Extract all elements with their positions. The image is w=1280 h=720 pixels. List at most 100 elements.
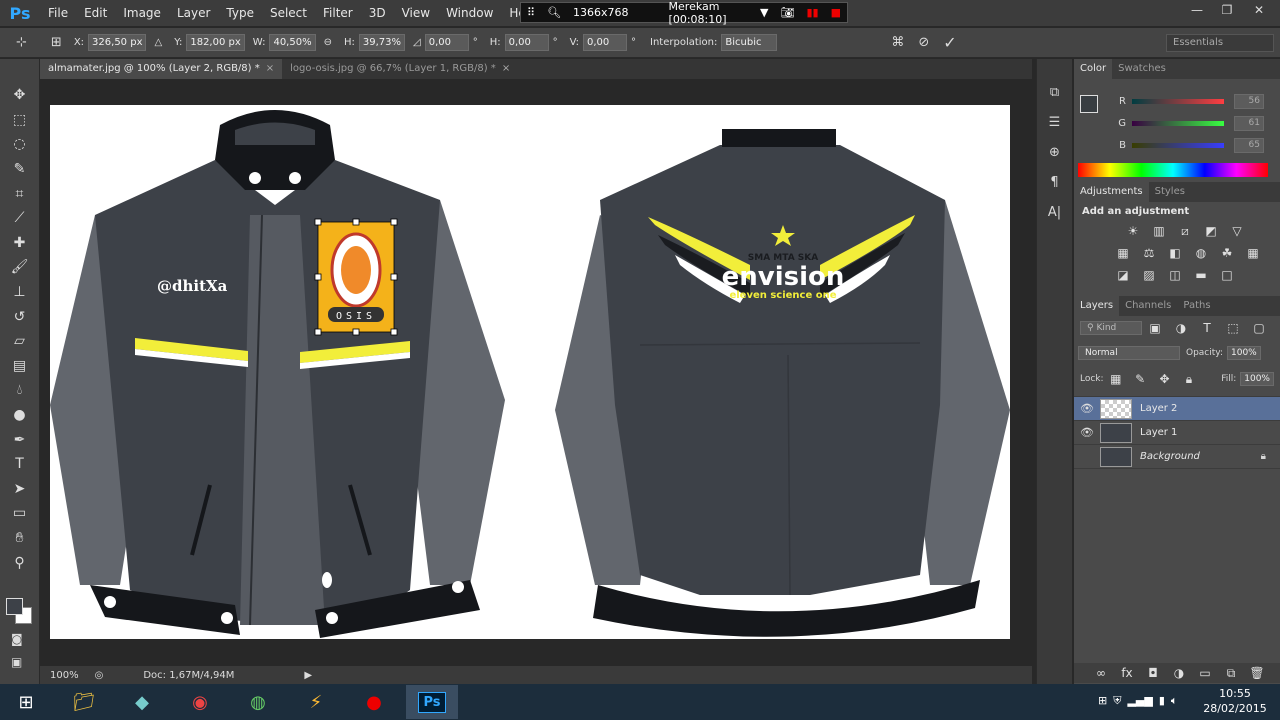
fg-color-chip[interactable] bbox=[1080, 95, 1098, 113]
document-canvas[interactable]: @dhitXa OSIS SMA MTA SKA envision eleven… bbox=[50, 105, 1010, 639]
adjustment-layer-icon[interactable]: ◑ bbox=[1170, 665, 1188, 681]
slider-track[interactable] bbox=[1132, 98, 1224, 104]
vibrance-icon[interactable]: ▽ bbox=[1228, 223, 1246, 239]
tab-logo-osis[interactable]: logo-osis.jpg @ 66,7% (Layer 1, RGB/8) *… bbox=[282, 59, 518, 79]
drag-handle-icon[interactable]: ⠿ bbox=[521, 6, 541, 19]
marquee-tool-icon[interactable]: ⬚ bbox=[6, 108, 34, 133]
delta-icon[interactable]: △ bbox=[154, 37, 162, 48]
interpolation-select[interactable]: Bicubic bbox=[721, 34, 778, 51]
tab-almamater[interactable]: almamater.jpg @ 100% (Layer 2, RGB/8) * × bbox=[40, 59, 283, 79]
photo-filter-icon[interactable]: ◍ bbox=[1192, 245, 1210, 261]
restore-button[interactable]: ❐ bbox=[1212, 0, 1242, 20]
fx-icon[interactable]: fx bbox=[1118, 665, 1136, 681]
tab-channels[interactable]: Channels bbox=[1119, 296, 1177, 316]
filter-smart-icon[interactable]: ▢ bbox=[1250, 320, 1268, 336]
invert-icon[interactable]: ◪ bbox=[1114, 267, 1132, 283]
link-icon[interactable]: ⊖ bbox=[324, 37, 332, 48]
blur-tool-icon[interactable]: 💧︎ bbox=[6, 378, 34, 403]
status-menu-arrow-icon[interactable]: ▶ bbox=[304, 670, 312, 681]
network-app-icon[interactable]: ◍ bbox=[232, 685, 284, 719]
group-icon[interactable]: ▭ bbox=[1196, 665, 1214, 681]
lock-all-icon[interactable]: 🔒︎ bbox=[1181, 371, 1197, 387]
exposure-icon[interactable]: ◩ bbox=[1202, 223, 1220, 239]
slider-track[interactable] bbox=[1132, 142, 1224, 148]
slider-value[interactable]: 65 bbox=[1234, 137, 1264, 153]
quick-mask-icon[interactable]: ◙ bbox=[11, 632, 23, 646]
mask-icon[interactable]: ◘ bbox=[1144, 665, 1162, 681]
screen-mode-icon[interactable]: ▣ bbox=[11, 655, 22, 669]
history-brush-icon[interactable]: ↺ bbox=[6, 304, 34, 329]
selective-color-icon[interactable]: □ bbox=[1218, 267, 1236, 283]
threshold-icon[interactable]: ◫ bbox=[1166, 267, 1184, 283]
layer-row-background[interactable]: □ Background 🔒︎ bbox=[1074, 445, 1280, 469]
start-button[interactable]: ⊞ bbox=[0, 685, 52, 719]
menu-type[interactable]: Type bbox=[218, 0, 262, 26]
crop-tool-icon[interactable]: ⌗ bbox=[6, 181, 34, 206]
workspace-select[interactable]: Essentials bbox=[1166, 34, 1274, 52]
filter-adjust-icon[interactable]: ◑ bbox=[1172, 320, 1190, 336]
system-clock[interactable]: 10:55 28/02/2015 bbox=[1196, 686, 1274, 718]
levels-icon[interactable]: ▥ bbox=[1150, 223, 1168, 239]
color-lookup-icon[interactable]: ▦ bbox=[1244, 245, 1262, 261]
eraser-tool-icon[interactable]: ▱ bbox=[6, 329, 34, 354]
tab-paths[interactable]: Paths bbox=[1177, 296, 1216, 316]
lasso-tool-icon[interactable]: ◌ bbox=[6, 132, 34, 157]
vskew-input[interactable]: 0,00 bbox=[583, 34, 628, 51]
zoom-level[interactable]: 100% bbox=[50, 670, 79, 681]
camera-icon[interactable]: 📷︎ bbox=[775, 6, 801, 19]
new-layer-icon[interactable]: ⧉ bbox=[1222, 665, 1240, 681]
status-info-icon[interactable]: ◎ bbox=[95, 670, 104, 681]
shield-icon[interactable]: ⛨ bbox=[1113, 694, 1121, 708]
signal-icon[interactable]: ▂▄▆ bbox=[1127, 694, 1152, 708]
brush-tool-icon[interactable]: 🖌︎ bbox=[6, 255, 34, 280]
fill-input[interactable]: 100% bbox=[1240, 372, 1274, 386]
gradient-tool-icon[interactable]: ▤ bbox=[6, 354, 34, 379]
posterize-icon[interactable]: ▨ bbox=[1140, 267, 1158, 283]
eye-icon[interactable]: 👁︎ bbox=[1074, 402, 1100, 415]
layer-row-layer-2[interactable]: 👁︎ Layer 2 bbox=[1074, 397, 1280, 421]
history-panel-icon[interactable]: ⧉ bbox=[1042, 79, 1068, 105]
zoom-tool-icon[interactable]: ⚲ bbox=[6, 550, 34, 575]
x-input[interactable]: 326,50 px bbox=[88, 34, 147, 51]
minimize-button[interactable]: — bbox=[1182, 0, 1212, 20]
commit-transform-icon[interactable]: ✓ bbox=[943, 33, 956, 52]
chrome-icon[interactable]: ◉ bbox=[174, 685, 226, 719]
close-icon[interactable]: × bbox=[266, 63, 274, 74]
slider-g[interactable]: G 61 bbox=[1104, 112, 1264, 134]
zoom-icon[interactable]: 🔍︎ bbox=[541, 6, 567, 19]
channel-mixer-icon[interactable]: ☘ bbox=[1218, 245, 1236, 261]
foreground-color[interactable] bbox=[6, 598, 23, 615]
path-select-tool-icon[interactable]: ➤ bbox=[6, 477, 34, 502]
height-input[interactable]: 39,73% bbox=[358, 34, 406, 51]
curves-icon[interactable]: ⧄ bbox=[1176, 223, 1194, 239]
recorder-app-icon[interactable]: ● bbox=[348, 685, 400, 719]
link-layers-icon[interactable]: ∞ bbox=[1092, 665, 1110, 681]
trash-icon[interactable]: 🗑︎ bbox=[1248, 665, 1266, 681]
osis-logo-patch[interactable]: OSIS bbox=[314, 218, 398, 336]
close-window-button[interactable]: ✕ bbox=[1242, 0, 1276, 20]
filter-type-icon[interactable]: T bbox=[1198, 320, 1216, 336]
menu-view[interactable]: View bbox=[394, 0, 438, 26]
flash-app-icon[interactable]: ⚡︎ bbox=[290, 685, 342, 719]
y-input[interactable]: 182,00 px bbox=[186, 34, 245, 51]
color-swatch[interactable] bbox=[6, 598, 34, 626]
eyedropper-tool-icon[interactable]: ⟋ bbox=[6, 206, 34, 231]
tray-apps-icon[interactable]: ⊞ bbox=[1098, 694, 1107, 708]
lock-image-icon[interactable]: ✎ bbox=[1132, 371, 1148, 387]
filter-pixel-icon[interactable]: ▣ bbox=[1146, 320, 1164, 336]
menu-filter[interactable]: Filter bbox=[315, 0, 361, 26]
menu-image[interactable]: Image bbox=[115, 0, 169, 26]
dodge-tool-icon[interactable]: ● bbox=[6, 403, 34, 428]
tab-layers[interactable]: Layers bbox=[1074, 296, 1120, 316]
notes-app-icon[interactable]: ◆ bbox=[116, 685, 168, 719]
eye-icon[interactable]: 👁︎ bbox=[1074, 426, 1100, 439]
cancel-transform-icon[interactable]: ⊘ bbox=[918, 35, 929, 50]
reference-point-icon[interactable]: ⊞ bbox=[51, 35, 62, 50]
blend-mode-select[interactable]: Normal bbox=[1078, 346, 1180, 360]
color-balance-icon[interactable]: ⚖ bbox=[1140, 245, 1158, 261]
type-tool-icon[interactable]: T bbox=[6, 452, 34, 477]
close-icon[interactable]: × bbox=[502, 63, 510, 74]
color-spectrum[interactable] bbox=[1078, 163, 1268, 177]
battery-icon[interactable]: ▮ bbox=[1159, 694, 1165, 708]
brightness-icon[interactable]: ☀ bbox=[1124, 223, 1142, 239]
